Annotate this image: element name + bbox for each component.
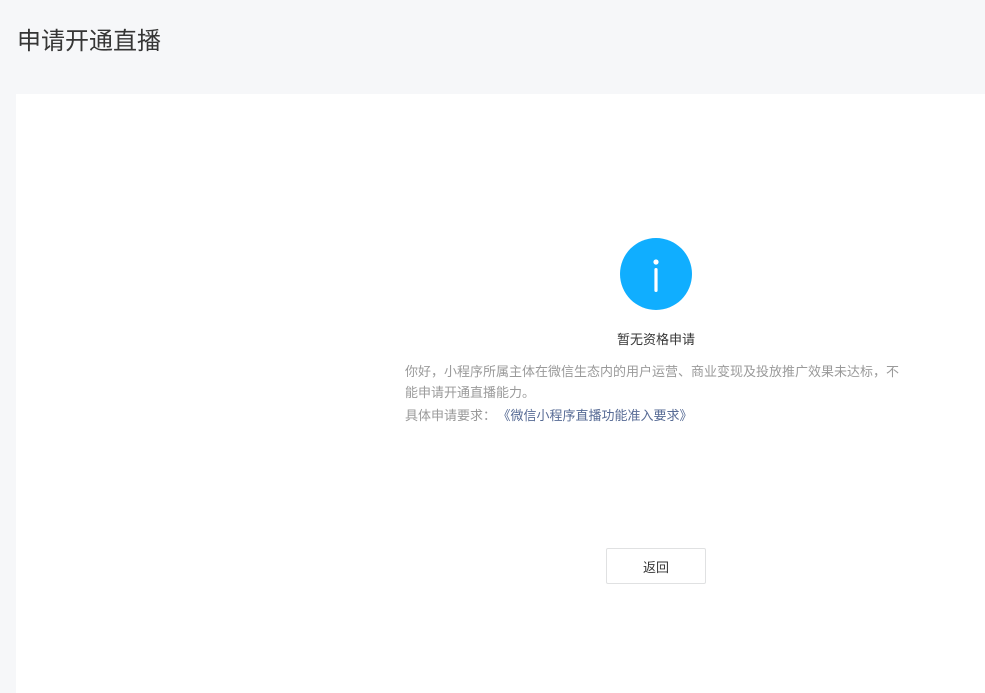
result-description: 你好，小程序所属主体在微信生态内的用户运营、商业变现及投放推广效果未达标，不能申… xyxy=(405,365,900,401)
info-icon xyxy=(620,238,692,310)
result-title: 暂无资格申请 xyxy=(616,333,695,348)
requirement-label: 具体申请要求： xyxy=(405,409,497,424)
back-button[interactable]: 返回 xyxy=(606,548,706,584)
requirement-link[interactable]: 《微信小程序直播功能准入要求》 xyxy=(504,409,693,424)
requirement-line: 具体申请要求： 《微信小程序直播功能准入要求》 xyxy=(405,406,905,427)
page-title: 申请开通直播 xyxy=(17,27,161,55)
